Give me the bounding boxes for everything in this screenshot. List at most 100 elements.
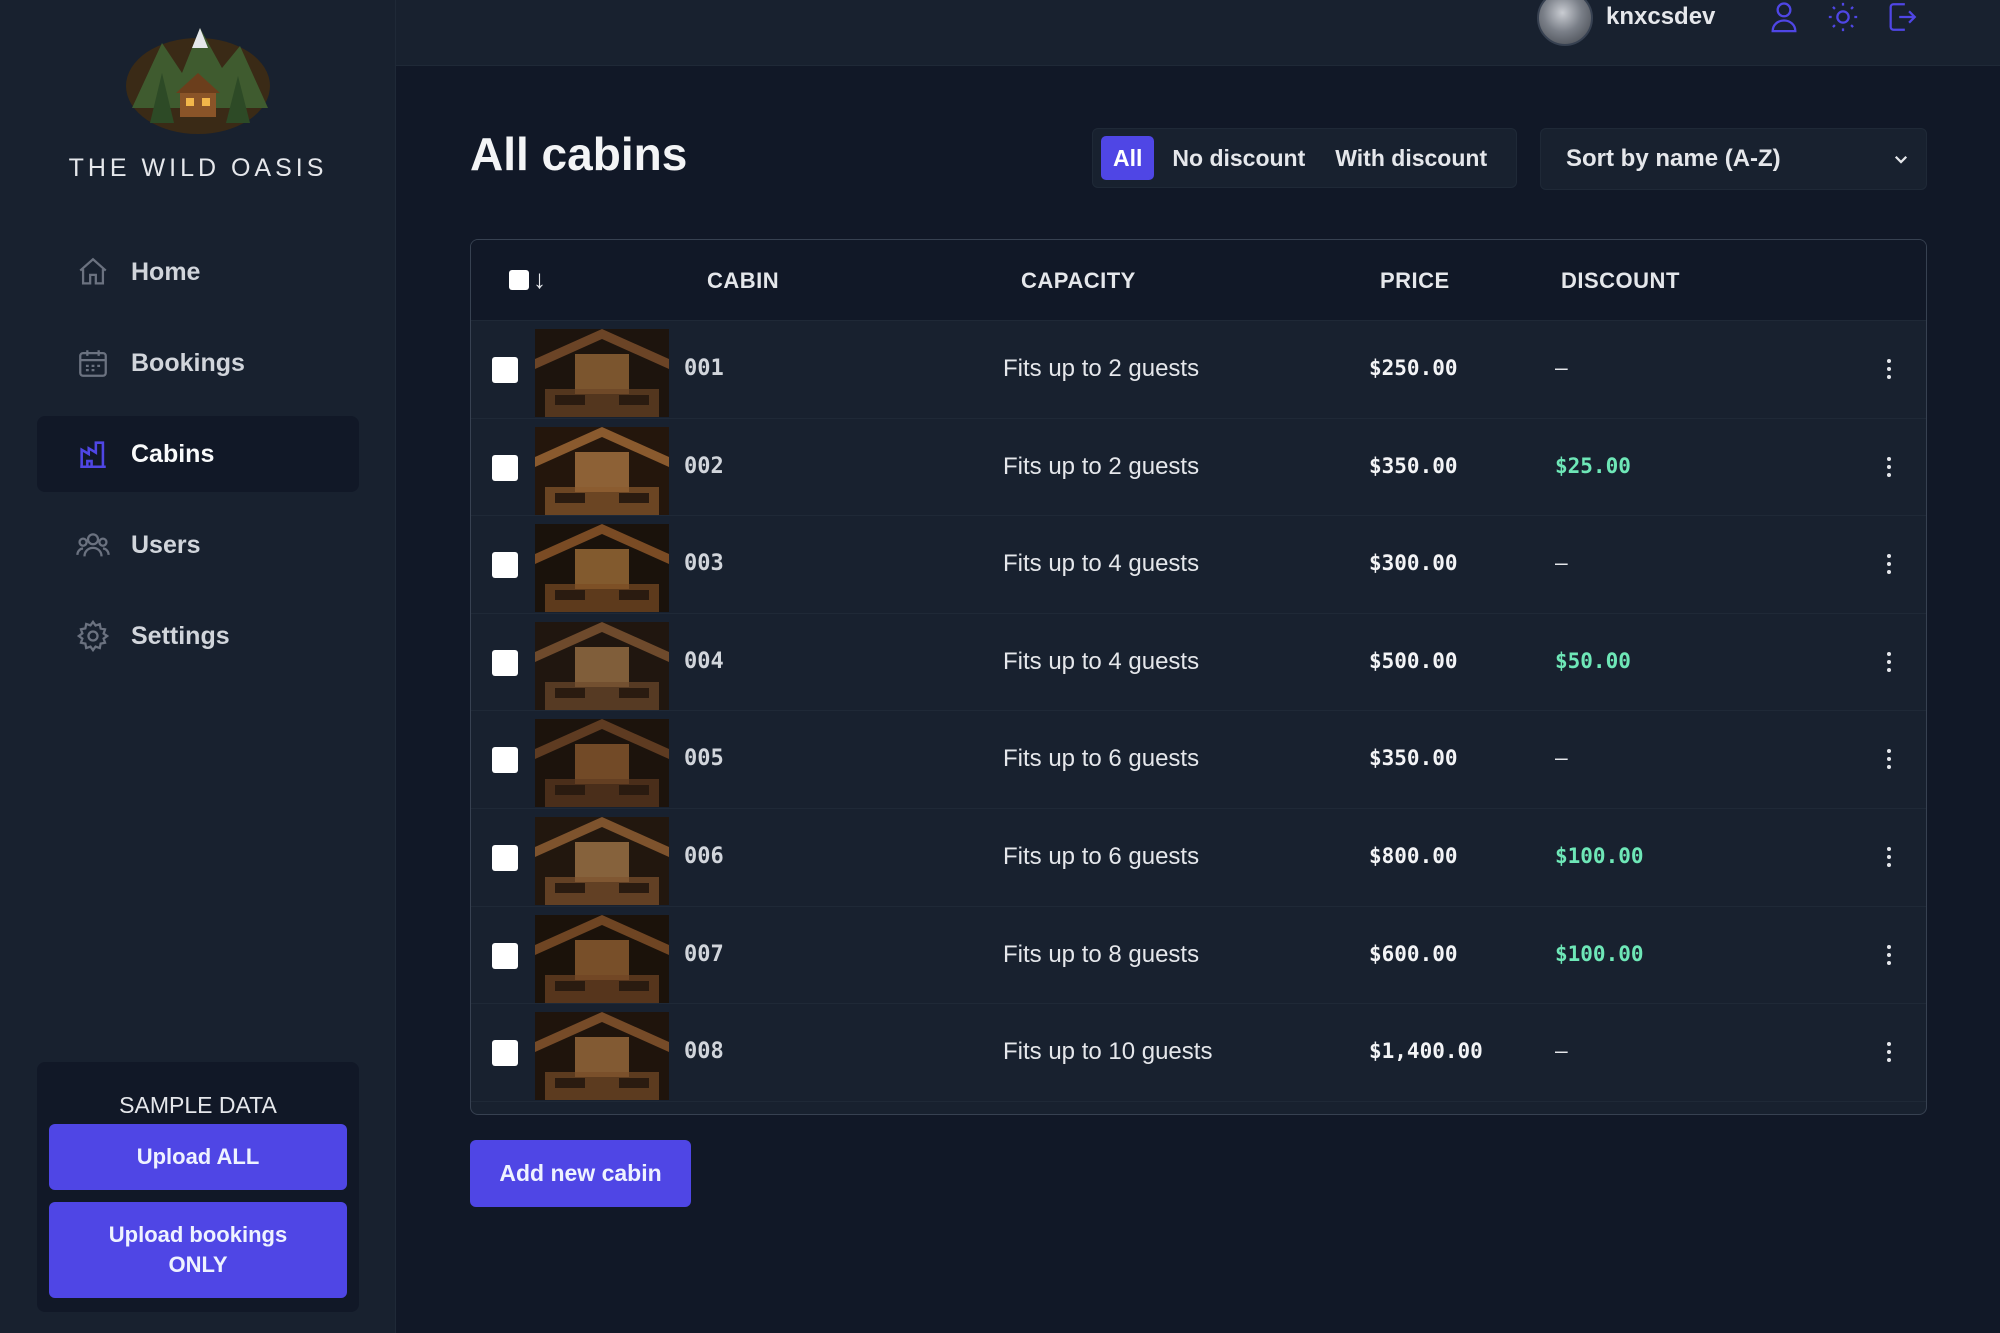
logo	[122, 18, 274, 134]
table-header: ↓ CABIN CAPACITY PRICE DISCOUNT	[471, 240, 1926, 321]
page-title: All cabins	[470, 128, 688, 180]
add-new-cabin-button[interactable]: Add new cabin	[470, 1140, 691, 1207]
cabins-icon	[75, 436, 111, 472]
cabin-image	[535, 914, 669, 1003]
cabin-name: 007	[684, 941, 724, 967]
cabin-price: $600.00	[1369, 941, 1458, 966]
cabins-table: ↓ CABIN CAPACITY PRICE DISCOUNT 001 Fits …	[470, 239, 1927, 1115]
cabin-discount: $50.00	[1555, 648, 1631, 673]
sidebar-item-home[interactable]: Home	[37, 234, 359, 310]
cabin-name: 004	[684, 648, 724, 674]
cabin-capacity: Fits up to 2 guests	[1003, 355, 1200, 382]
header-cabin[interactable]: CABIN	[707, 268, 779, 294]
row-checkbox[interactable]	[492, 649, 518, 676]
sort-arrow-icon[interactable]: ↓	[533, 264, 546, 295]
row-checkbox[interactable]	[492, 552, 518, 579]
cabin-discount: –	[1555, 356, 1568, 380]
cabin-name: 005	[684, 746, 724, 772]
cabin-price: $350.00	[1369, 746, 1458, 771]
cabin-capacity: Fits up to 10 guests	[1003, 1038, 1213, 1066]
sample-data-panel: SAMPLE DATA Upload ALL Upload bookings O…	[37, 1062, 359, 1312]
calendar-icon	[75, 345, 111, 381]
sidebar-item-label: Bookings	[131, 348, 245, 377]
cabin-capacity: Fits up to 4 guests	[1003, 550, 1200, 578]
table-row: 007 Fits up to 8 guests $600.00 $100.00	[471, 906, 1926, 1005]
sample-data-title: SAMPLE DATA	[119, 1092, 277, 1118]
row-menu-icon[interactable]	[1879, 1034, 1899, 1070]
cabin-discount: –	[1555, 551, 1568, 576]
row-menu-icon[interactable]	[1879, 937, 1899, 973]
row-checkbox[interactable]	[492, 942, 518, 969]
filter-with-discount-button[interactable]: With discount	[1323, 136, 1499, 180]
row-menu-icon[interactable]	[1879, 449, 1899, 485]
sidebar-item-cabins[interactable]: Cabins	[37, 416, 359, 492]
sun-icon[interactable]	[1826, 0, 1860, 34]
row-checkbox[interactable]	[492, 454, 518, 481]
table-row: 003 Fits up to 4 guests $300.00 –	[471, 516, 1926, 614]
cabin-name: 008	[684, 1039, 724, 1065]
row-checkbox[interactable]	[492, 357, 518, 383]
sidebar-item-bookings[interactable]: Bookings	[37, 325, 359, 401]
select-all-checkbox[interactable]	[509, 270, 529, 290]
row-checkbox[interactable]	[492, 747, 518, 774]
cabin-capacity: Fits up to 8 guests	[1003, 940, 1200, 968]
logout-icon[interactable]	[1885, 0, 1919, 34]
cabin-price: $800.00	[1369, 844, 1458, 868]
row-menu-icon[interactable]	[1879, 644, 1899, 680]
cabin-capacity: Fits up to 4 guests	[1003, 647, 1200, 675]
header-discount[interactable]: DISCOUNT	[1561, 268, 1680, 294]
table-row: 001 Fits up to 2 guests $250.00 –	[471, 321, 1926, 419]
cabin-discount: –	[1555, 746, 1568, 771]
sidebar-item-label: Settings	[131, 621, 230, 650]
cabin-capacity: Fits up to 6 guests	[1003, 745, 1200, 773]
cabin-name: 002	[684, 453, 724, 479]
cabin-image	[535, 1012, 669, 1101]
sort-select[interactable]: Sort by name (A-Z)	[1540, 128, 1927, 190]
row-checkbox[interactable]	[492, 1040, 518, 1067]
sidebar-item-label: Cabins	[131, 439, 215, 468]
sidebar-item-users[interactable]: Users	[37, 507, 359, 583]
row-checkbox[interactable]	[492, 845, 518, 871]
cabin-image	[535, 426, 669, 515]
upload-all-button[interactable]: Upload ALL	[49, 1124, 347, 1190]
cabin-name: 001	[684, 356, 724, 381]
cabin-image	[535, 621, 669, 710]
sidebar-item-label: Users	[131, 530, 201, 559]
cabin-name: 003	[684, 551, 724, 577]
table-row: 008 Fits up to 10 guests $1,400.00 –	[471, 1004, 1926, 1102]
row-menu-icon[interactable]	[1879, 839, 1899, 875]
row-menu-icon[interactable]	[1879, 546, 1899, 582]
upload-bookings-label-line1: Upload bookings	[108, 1222, 288, 1247]
cabin-price: $300.00	[1369, 551, 1458, 576]
sidebar: THE WILD OASIS Home Bookings Cabins User…	[0, 0, 396, 1333]
sort-selected-value: Sort by name (A-Z)	[1566, 145, 1781, 172]
cabin-discount: $100.00	[1555, 941, 1644, 966]
brand-name: THE WILD OASIS	[68, 154, 328, 182]
cabin-image	[535, 817, 669, 905]
filter-all-button[interactable]: All	[1101, 136, 1155, 180]
header-capacity[interactable]: CAPACITY	[1021, 268, 1136, 294]
avatar[interactable]	[1537, 0, 1593, 46]
cabin-image	[535, 329, 669, 417]
header-price[interactable]: PRICE	[1380, 268, 1450, 294]
sidebar-item-label: Home	[131, 257, 201, 286]
top-header: knxcsdev	[396, 0, 2000, 66]
filter-no-discount-button[interactable]: No discount	[1160, 136, 1317, 180]
chevron-down-icon	[1894, 155, 1908, 164]
table-row: 004 Fits up to 4 guests $500.00 $50.00	[471, 613, 1926, 712]
sidebar-item-settings[interactable]: Settings	[37, 598, 359, 674]
upload-bookings-label-line2: ONLY	[168, 1252, 228, 1277]
table-row: 005 Fits up to 6 guests $350.00 –	[471, 711, 1926, 809]
cabin-image	[535, 524, 669, 613]
cabin-price: $1,400.00	[1369, 1039, 1483, 1064]
row-menu-icon[interactable]	[1879, 351, 1899, 387]
cabin-price: $500.00	[1369, 648, 1458, 673]
upload-bookings-button[interactable]: Upload bookings ONLY	[49, 1202, 347, 1298]
table-row: 002 Fits up to 2 guests $350.00 $25.00	[471, 418, 1926, 517]
cabin-price: $250.00	[1369, 356, 1458, 380]
cabin-price: $350.00	[1369, 453, 1458, 478]
cabin-discount: –	[1555, 1039, 1568, 1064]
username: knxcsdev	[1606, 3, 1716, 30]
user-icon[interactable]	[1767, 0, 1801, 34]
row-menu-icon[interactable]	[1879, 741, 1899, 777]
